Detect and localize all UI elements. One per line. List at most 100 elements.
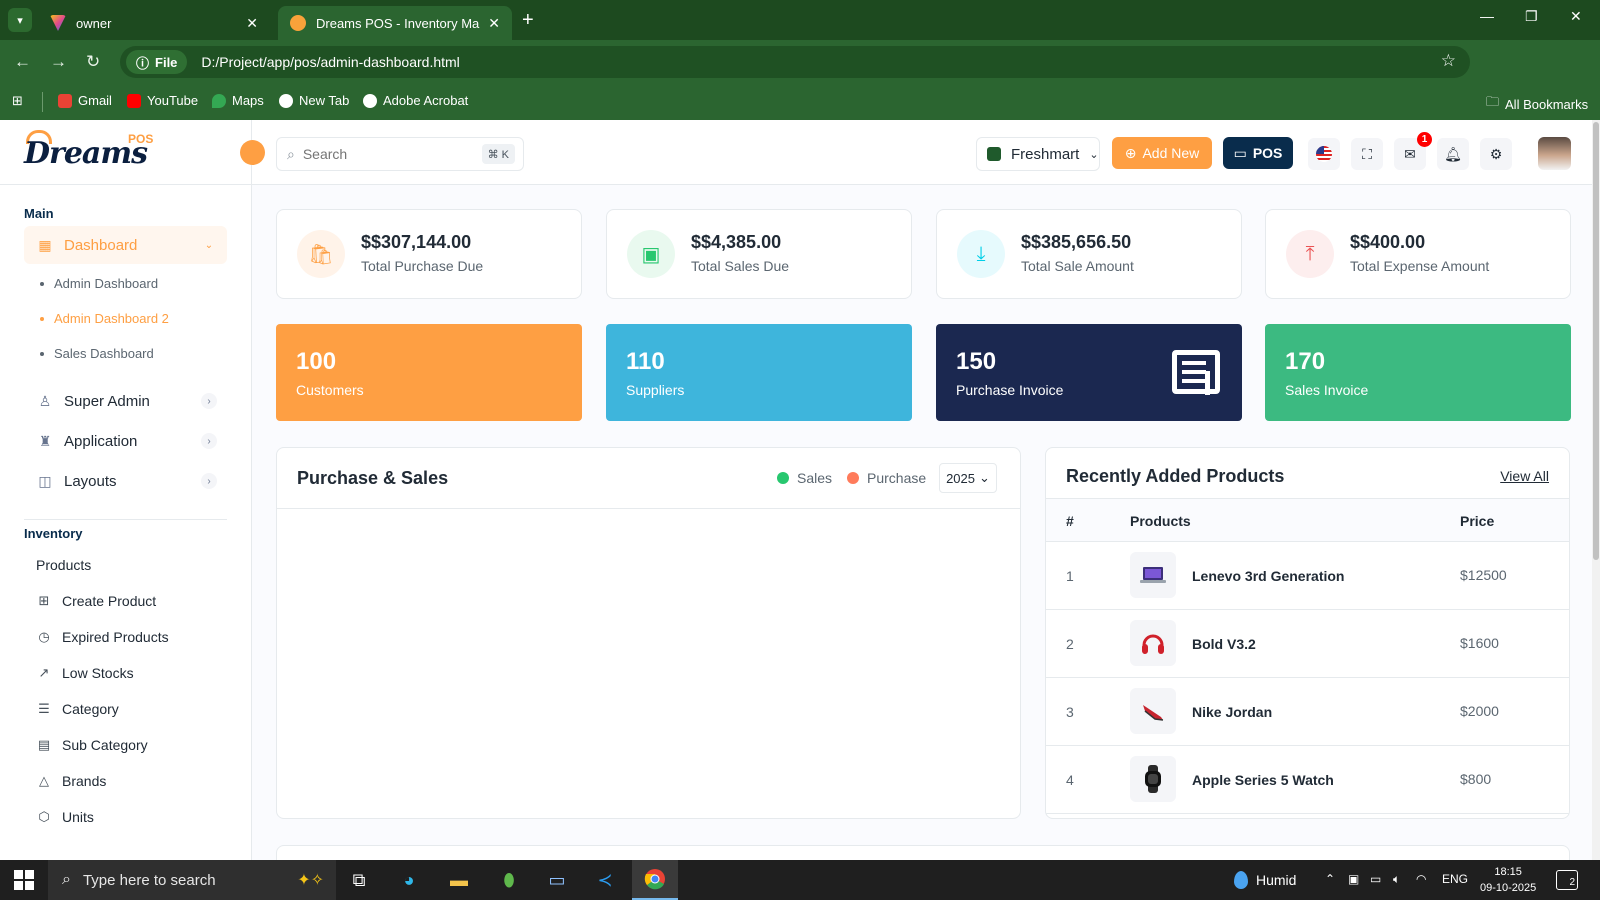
meet-now-icon[interactable]: ▣ xyxy=(1348,872,1359,886)
brand-icon: ♜ xyxy=(38,432,52,449)
browser-tab-owner[interactable]: owner ✕ xyxy=(38,6,270,40)
chevron-down-icon: ⌄ xyxy=(204,239,214,251)
legend-dot xyxy=(777,472,789,484)
sidebar-item-units[interactable]: ⬡ Units xyxy=(36,809,94,825)
count-card-purchase-invoice: 150 Purchase Invoice xyxy=(936,324,1242,421)
pos-button[interactable]: ▭ POS xyxy=(1223,137,1293,169)
bookmark-maps[interactable]: Maps xyxy=(212,93,264,108)
carousel-icon: ▤ xyxy=(37,737,51,752)
store-select[interactable]: Freshmart ⌄ xyxy=(976,137,1100,171)
legend-purchase: Purchase xyxy=(847,470,926,486)
language-indicator[interactable]: ENG xyxy=(1442,872,1468,886)
sidebar-item-application[interactable]: ♜ Application › xyxy=(24,422,227,460)
battery-icon[interactable]: ▭ xyxy=(1370,872,1381,886)
upload-arrow-icon: ⤒ xyxy=(1286,230,1334,278)
weather-widget[interactable]: Humid xyxy=(1234,871,1296,889)
user-shield-icon: ♙ xyxy=(38,392,52,409)
restore-icon[interactable]: ❐ xyxy=(1525,8,1538,25)
remote-desktop-icon[interactable]: ▭ xyxy=(534,860,580,900)
count-card-suppliers: 110 Suppliers xyxy=(606,324,912,421)
volume-icon[interactable]: 🔈︎ xyxy=(1393,872,1400,887)
bookmark-adobe-acrobat[interactable]: Adobe Acrobat xyxy=(363,93,468,108)
add-new-button[interactable]: ⊕ Add New xyxy=(1112,137,1212,169)
purchase-sales-panel: Purchase & Sales Sales Purchase 2025 ⌄ xyxy=(276,447,1021,819)
table-row[interactable]: 3 Nike Jordan $2000 xyxy=(1046,678,1569,746)
bookmark-gmail[interactable]: Gmail xyxy=(58,93,112,108)
sidebar-item-create-product[interactable]: ⊞ Create Product xyxy=(36,593,157,609)
mail-button[interactable]: ✉ 1 xyxy=(1394,132,1432,170)
sidebar-item-category[interactable]: ☰ Category xyxy=(36,701,119,717)
plus-circle-icon: ⊕ xyxy=(1124,144,1137,161)
wifi-icon[interactable]: ◠ xyxy=(1416,872,1426,886)
download-arrow-icon: ⤓ xyxy=(957,230,1005,278)
sidebar-item-expired-products[interactable]: ◷ Expired Products xyxy=(36,629,168,645)
vscode-icon[interactable]: ≺ xyxy=(582,860,628,900)
mongodb-icon[interactable]: ⬮ xyxy=(486,860,532,900)
back-arrow-icon[interactable]: ← xyxy=(14,52,31,72)
taskbar-search[interactable]: ⌕ Type here to search ✦✧ xyxy=(48,860,336,900)
notification-center-icon[interactable]: 2 xyxy=(1556,870,1578,890)
table-row[interactable]: 4 Apple Series 5 Watch $800 xyxy=(1046,746,1569,814)
sidebar-sub-sales-dashboard[interactable]: Sales Dashboard xyxy=(40,346,154,361)
notifications-button[interactable]: 🔔︎ xyxy=(1437,138,1469,170)
stat-card-purchase-due: 🛍︎ $$307,144.00 Total Purchase Due xyxy=(276,209,582,299)
table-header: # Products Price xyxy=(1046,498,1569,542)
apps-grid-icon[interactable]: ⊞ xyxy=(12,93,23,109)
table-row[interactable]: 2 Bold V3.2 $1600 xyxy=(1046,610,1569,678)
year-select[interactable]: 2025 ⌄ xyxy=(939,463,997,493)
windows-start-icon[interactable] xyxy=(14,870,34,890)
forward-arrow-icon[interactable]: → xyxy=(50,52,67,72)
language-button[interactable] xyxy=(1308,138,1340,170)
edge-icon[interactable]: ◕ xyxy=(386,860,432,900)
sidebar-item-dashboard[interactable]: ▦ Dashboard ⌄ xyxy=(24,226,227,264)
address-bar[interactable]: ⓘ File D:/Project/app/pos/admin-dashboar… xyxy=(120,46,1470,78)
search-box[interactable]: ⌕ ⌘ K xyxy=(276,137,524,171)
scrollbar-thumb[interactable] xyxy=(1593,122,1599,560)
browser-tab-dreams-pos[interactable]: Dreams POS - Inventory Manag ✕ xyxy=(278,6,512,40)
new-tab-icon[interactable]: + xyxy=(522,8,534,32)
humidity-icon xyxy=(1234,871,1248,889)
user-avatar[interactable] xyxy=(1538,137,1571,170)
sidebar-item-products[interactable]: Products xyxy=(36,557,91,573)
dreams-pos-logo[interactable]: Dreams POS xyxy=(24,130,159,174)
sidebar-item-super-admin[interactable]: ♙ Super Admin › xyxy=(24,382,227,420)
file-explorer-icon[interactable]: ▬ xyxy=(436,860,482,900)
system-clock[interactable]: 18:15 09-10-2025 xyxy=(1480,864,1536,896)
chrome-icon[interactable] xyxy=(632,860,678,900)
reload-icon[interactable]: ↻ xyxy=(86,52,100,72)
legend-dot xyxy=(847,472,859,484)
sidebar-item-sub-category[interactable]: ▤ Sub Category xyxy=(36,737,148,753)
tray-chevron-up-icon[interactable]: ⌃ xyxy=(1325,872,1335,886)
task-view-icon[interactable]: ⧉ xyxy=(336,860,382,900)
settings-button[interactable]: ⚙ xyxy=(1480,138,1512,170)
chevron-down-icon: ⌄ xyxy=(1089,148,1099,161)
chevron-right-icon: › xyxy=(201,433,217,449)
watch-thumbnail xyxy=(1130,756,1176,802)
all-bookmarks[interactable]: 🗀 All Bookmarks xyxy=(1486,93,1588,115)
minimize-icon[interactable]: — xyxy=(1480,8,1494,24)
fullscreen-button[interactable]: ⛶ xyxy=(1351,138,1383,170)
sidebar-item-low-stocks[interactable]: ↗ Low Stocks xyxy=(36,665,134,681)
sidebar-item-brands[interactable]: △ Brands xyxy=(36,773,106,789)
sidebar-toggle-button[interactable] xyxy=(240,140,265,165)
sidebar-item-layouts[interactable]: ◫ Layouts › xyxy=(24,462,227,500)
cash-icon: ▣ xyxy=(627,230,675,278)
sidebar-sub-admin-dashboard[interactable]: Admin Dashboard xyxy=(40,276,158,291)
bookmark-new-tab[interactable]: New Tab xyxy=(279,93,349,108)
bookmark-youtube[interactable]: YouTube xyxy=(127,93,198,108)
table-row[interactable]: 1 Lenevo 3rd Generation $12500 xyxy=(1046,542,1569,610)
site-info-chip[interactable]: ⓘ File xyxy=(126,50,188,74)
sidebar-section-main: Main xyxy=(24,206,54,221)
clock-icon: ◷ xyxy=(38,629,50,644)
sidebar-sub-admin-dashboard-2[interactable]: Admin Dashboard 2 xyxy=(40,311,169,326)
triangles-icon: △ xyxy=(39,773,49,788)
bookmark-star-icon[interactable]: ☆ xyxy=(1441,51,1456,71)
gear-icon: ⚙ xyxy=(1489,145,1503,162)
close-tab-icon[interactable]: ✕ xyxy=(488,15,500,32)
tab-search-dropdown[interactable]: ▾ xyxy=(8,8,32,32)
search-input[interactable] xyxy=(302,146,473,162)
window-close-icon[interactable]: ✕ xyxy=(1570,8,1582,25)
close-tab-icon[interactable]: ✕ xyxy=(246,15,258,32)
view-all-link[interactable]: View All xyxy=(1500,468,1549,484)
stat-card-sales-due: ▣ $$4,385.00 Total Sales Due xyxy=(606,209,912,299)
